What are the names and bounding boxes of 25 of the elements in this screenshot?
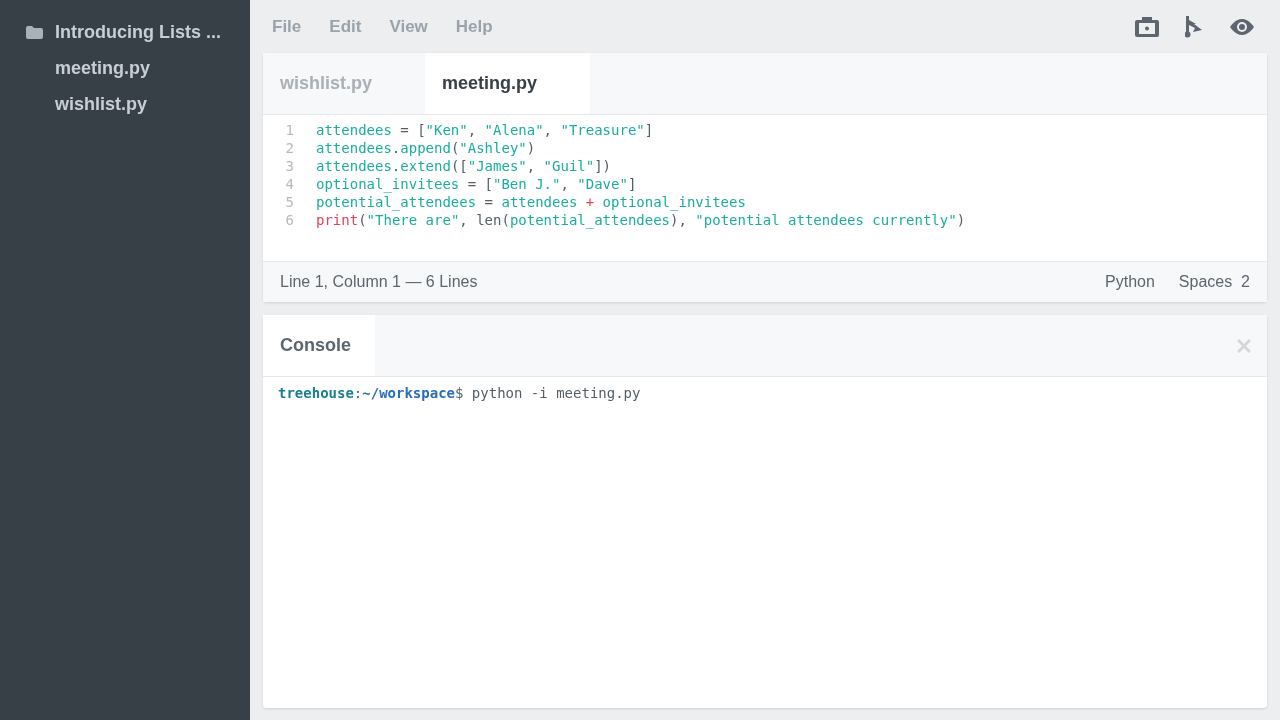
code-line: optional_invitees = ["Ben J.", "Dave"] — [316, 175, 637, 193]
line-number: 6 — [284, 211, 294, 229]
line-number: 4 — [284, 175, 294, 193]
line-number: 1 — [284, 121, 294, 139]
console-line: treehouse:~/workspace$ python -i meeting.py — [277, 384, 642, 403]
indent-setting[interactable]: Spaces 2 — [1178, 270, 1250, 294]
sidebar-filename[interactable]: wishlist.py — [55, 91, 148, 118]
code-line: potential_attendees = attendees + optional_invitees — [316, 193, 746, 211]
line-number: 5 — [284, 193, 294, 211]
console-tab[interactable]: Console — [263, 315, 375, 376]
code-line: attendees.append("Ashley") — [316, 139, 536, 157]
code-line: attendees.extend(["James", "Guil"]) — [316, 157, 612, 175]
folder-icon — [26, 26, 43, 39]
folder-name[interactable]: Introducing Lists ... — [55, 19, 221, 46]
code-line: attendees = ["Ken", "Alena", "Treasure"] — [316, 121, 654, 139]
file-tab[interactable]: meeting.py — [425, 53, 590, 114]
eye-icon[interactable] — [1229, 18, 1255, 35]
language-selector[interactable]: Python — [1105, 270, 1155, 294]
cursor-position: Line 1, Column 1 — 6 Lines — [280, 272, 478, 292]
line-number: 2 — [284, 139, 294, 157]
line-number: 3 — [284, 157, 294, 175]
camera-icon[interactable] — [1135, 16, 1159, 37]
sidebar-filename[interactable]: meeting.py — [55, 55, 151, 82]
code-line: print("There are", len(potential_attendees), "potential attendees currently") — [316, 211, 966, 229]
fork-icon[interactable] — [1185, 15, 1203, 38]
